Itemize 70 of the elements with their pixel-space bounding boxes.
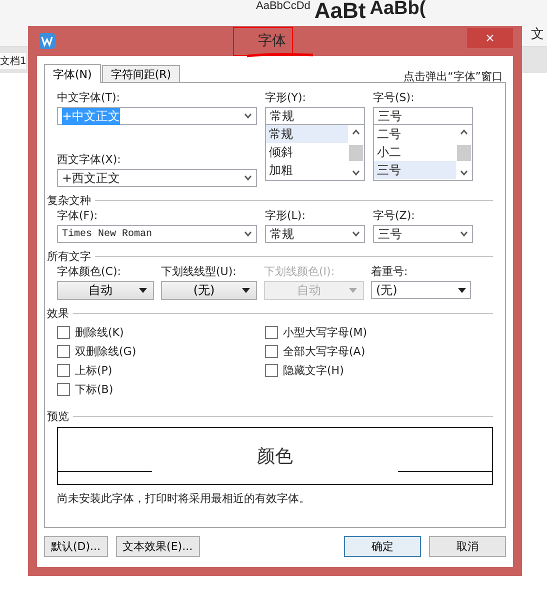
field-label: 字形(L): bbox=[265, 209, 306, 223]
field-label: 下划线颜色(I): bbox=[264, 265, 336, 279]
dialog-button[interactable]: 默认(D)... bbox=[44, 536, 108, 556]
scroll-up-icon[interactable] bbox=[351, 128, 361, 136]
triangle-icon bbox=[349, 288, 357, 293]
close-button[interactable]: × bbox=[467, 28, 513, 48]
list-option[interactable]: 小二 bbox=[374, 143, 456, 161]
style-sample[interactable]: AaBb( bbox=[370, 0, 426, 20]
dialog-button[interactable]: 文本效果(E)... bbox=[116, 536, 200, 556]
list-option[interactable]: 倾斜 bbox=[266, 143, 348, 161]
dropdown-button[interactable]: 自动 bbox=[57, 281, 154, 300]
dropdown[interactable]: Times New Roman bbox=[57, 225, 257, 243]
annotation-underline bbox=[245, 52, 315, 58]
annotation-text: 点击弹出“字体”窗口 bbox=[404, 69, 503, 84]
section-title: 预览 bbox=[47, 408, 69, 424]
section-title: 效果 bbox=[47, 306, 69, 320]
scroll-down-icon[interactable] bbox=[459, 169, 469, 177]
dialog-button[interactable]: 确定 bbox=[344, 536, 421, 556]
field-label: 字体颜色(C): bbox=[57, 265, 122, 279]
chevron-icon bbox=[244, 175, 252, 181]
ribbon-text: 文 bbox=[531, 26, 544, 43]
checkbox[interactable]: 全部大写字母(A) bbox=[265, 343, 493, 359]
input-field[interactable]: 常规 bbox=[265, 107, 365, 125]
checkbox[interactable]: 下标(B) bbox=[57, 381, 265, 397]
list-box[interactable]: 常规 倾斜 加粗 bbox=[265, 125, 365, 181]
list-option[interactable]: 二号 bbox=[374, 125, 456, 143]
chevron-icon bbox=[460, 231, 468, 237]
checkbox[interactable]: 隐藏文字(H) bbox=[265, 362, 493, 378]
triangle-icon bbox=[139, 288, 147, 293]
scroll-down-icon[interactable] bbox=[351, 169, 361, 177]
chevron-icon bbox=[244, 113, 252, 119]
dropdown[interactable]: (无) bbox=[371, 281, 471, 299]
field-label: 西文字体(X): bbox=[57, 153, 122, 167]
section-title: 复杂文种 bbox=[47, 192, 91, 208]
field-label: 字号(S): bbox=[373, 91, 416, 105]
dropdown[interactable]: 常规 bbox=[265, 225, 365, 243]
tab[interactable]: 字符间距(R) bbox=[102, 65, 180, 82]
preview-text: 颜色 bbox=[256, 445, 294, 468]
field-label: 字号(Z): bbox=[373, 209, 416, 223]
field-label: 下划线线型(U): bbox=[161, 265, 238, 279]
triangle-icon bbox=[458, 288, 466, 292]
dropdown[interactable]: 三号 bbox=[373, 225, 473, 243]
document-tab[interactable]: 文档1 bbox=[0, 53, 26, 69]
input-field[interactable]: 三号 bbox=[373, 107, 473, 125]
field-label: 中文字体(T): bbox=[57, 91, 122, 105]
dialog-button[interactable]: 取消 bbox=[429, 536, 506, 556]
list-option[interactable]: 加粗 bbox=[266, 161, 348, 179]
dropdown-button[interactable]: (无) bbox=[161, 281, 257, 300]
checkbox[interactable]: 上标(P) bbox=[57, 362, 265, 378]
field-label: 字体(F): bbox=[57, 209, 99, 223]
preview-note: 尚未安装此字体，打印时将采用最相近的有效字体。 bbox=[57, 491, 311, 506]
section-title: 所有文字 bbox=[47, 248, 91, 264]
field-label: 字形(Y): bbox=[265, 91, 308, 105]
app-icon bbox=[39, 33, 55, 49]
checkbox[interactable]: 删除线(K) bbox=[57, 324, 265, 340]
list-option[interactable]: 三号 bbox=[374, 161, 456, 179]
style-sample[interactable]: AaBbCcDd bbox=[256, 0, 310, 12]
field-label: 着重号: bbox=[371, 265, 409, 279]
scroll-up-icon[interactable] bbox=[459, 128, 469, 136]
style-sample[interactable]: AaBt bbox=[314, 0, 366, 24]
checkbox[interactable]: 双删除线(G) bbox=[57, 343, 265, 359]
tab[interactable]: 字体(N) bbox=[44, 64, 101, 83]
chevron-icon bbox=[352, 231, 360, 237]
triangle-icon bbox=[242, 288, 250, 293]
dropdown[interactable]: +西文正文 bbox=[57, 169, 257, 187]
chevron-icon bbox=[244, 231, 252, 237]
window-title: 字体 bbox=[258, 32, 286, 50]
checkbox[interactable]: 小型大写字母(M) bbox=[265, 324, 493, 340]
list-box[interactable]: 二号 小二 三号 bbox=[373, 125, 473, 181]
list-option[interactable]: 常规 bbox=[266, 125, 348, 143]
